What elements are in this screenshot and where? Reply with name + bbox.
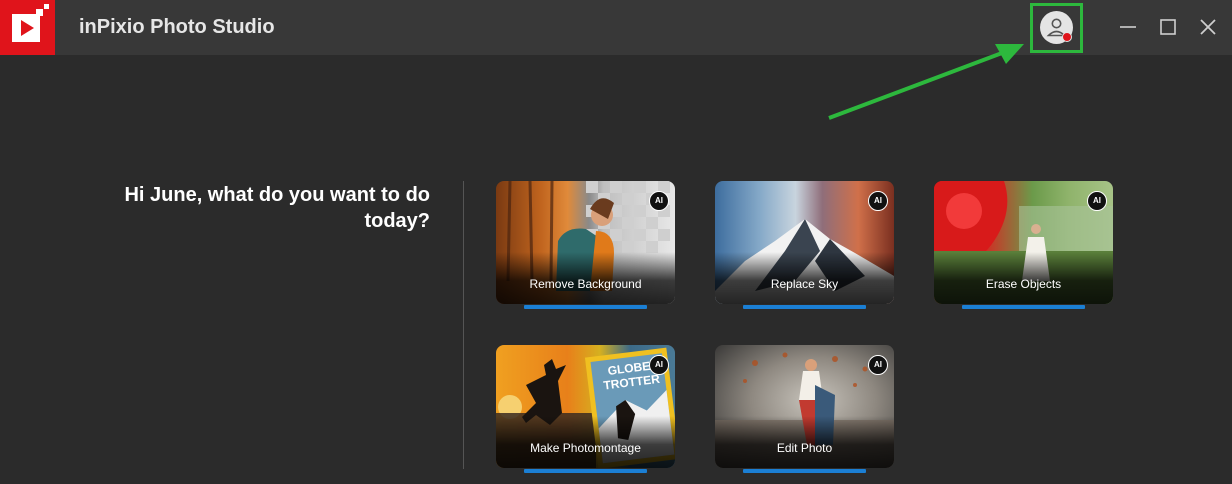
tool-card-label: Erase Objects xyxy=(985,277,1062,291)
close-icon xyxy=(1200,19,1216,35)
tool-card-label: Replace Sky xyxy=(770,277,839,291)
maximize-button[interactable] xyxy=(1155,14,1181,40)
tool-card-remove-background[interactable]: AI Remove Background xyxy=(496,181,675,304)
ai-badge: AI xyxy=(649,191,669,211)
card-underline xyxy=(524,305,647,309)
card-underline xyxy=(524,469,647,473)
title-bar: inPixio Photo Studio xyxy=(0,0,1232,55)
minimize-icon xyxy=(1120,26,1136,28)
card-underline xyxy=(962,305,1085,309)
tool-card-label: Make Photomontage xyxy=(530,441,641,455)
close-button[interactable] xyxy=(1195,14,1221,40)
greeting-text: Hi June, what do you want to do today? xyxy=(124,184,430,232)
tool-card-replace-sky[interactable]: AI Replace Sky xyxy=(715,181,894,304)
ai-badge: AI xyxy=(649,355,669,375)
ai-badge: AI xyxy=(868,355,888,375)
inpixio-logo-icon xyxy=(0,0,55,55)
tool-card-erase-objects[interactable]: AI Erase Objects xyxy=(934,181,1113,304)
minimize-button[interactable] xyxy=(1115,14,1141,40)
ai-badge: AI xyxy=(868,191,888,211)
card-underline xyxy=(743,305,866,309)
card-underline xyxy=(743,469,866,473)
tool-card-edit-photo[interactable]: AI Edit Photo xyxy=(715,345,894,468)
notification-dot-icon xyxy=(1062,32,1072,42)
ai-badge: AI xyxy=(1087,191,1107,211)
maximize-icon xyxy=(1160,19,1176,35)
tool-card-label: Remove Background xyxy=(529,277,642,291)
tool-card-label: Edit Photo xyxy=(776,441,833,455)
app-title: inPixio Photo Studio xyxy=(79,16,275,38)
vertical-divider xyxy=(463,181,464,469)
tool-card-make-photomontage[interactable]: GLOBE TROTTER AI Make Photomontage xyxy=(496,345,675,468)
